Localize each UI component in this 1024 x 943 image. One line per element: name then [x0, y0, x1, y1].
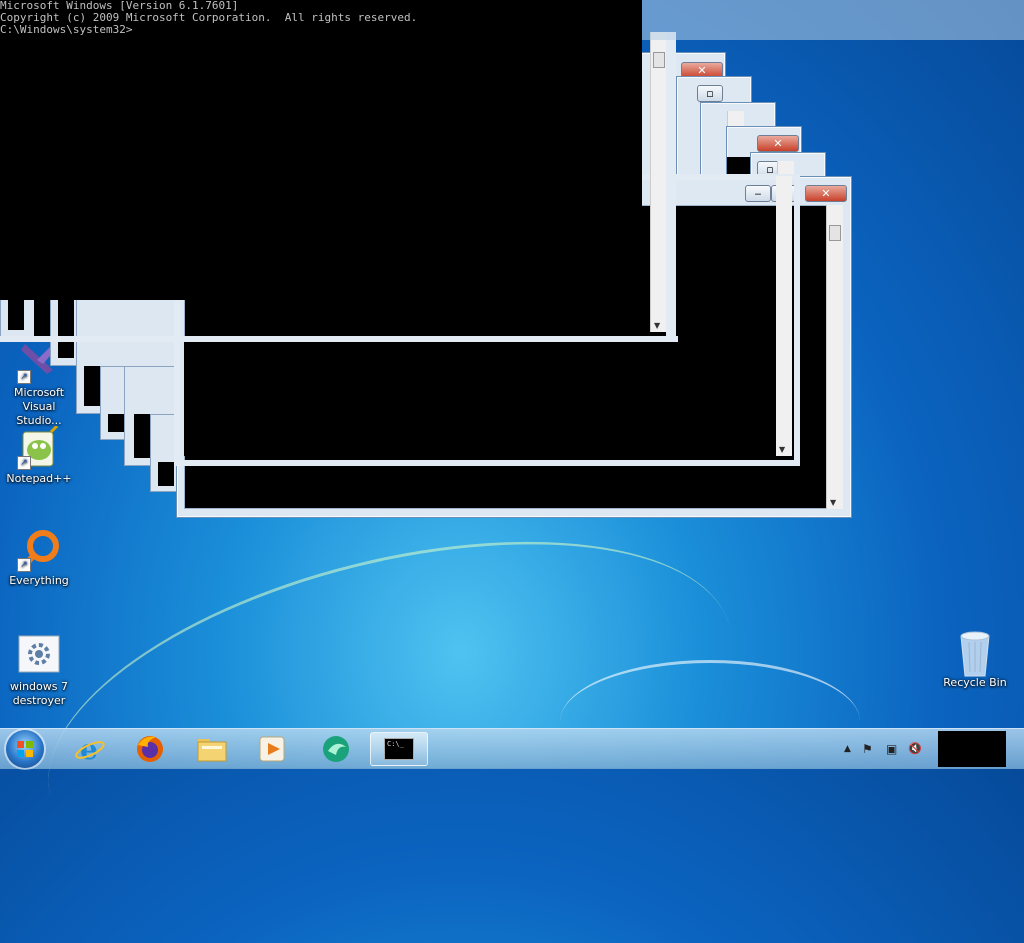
window-frame-right — [666, 32, 676, 338]
action-center-flag-icon[interactable]: ⚑ — [862, 742, 873, 756]
maximize-button[interactable]: ▫ — [697, 85, 723, 102]
desktop-icon-label: Microsoft Visual Studio... — [13, 386, 65, 427]
ghost-window-body — [158, 462, 174, 486]
desktop-icon-recycle-bin[interactable]: Recycle Bin — [938, 630, 1012, 690]
taskbar: e C:\_ ▲ ⚑ ▣ 🔇 — [0, 728, 1024, 769]
close-button[interactable]: ✕ — [805, 185, 847, 202]
desktop-icon-everything[interactable]: ↗ Everything — [2, 528, 76, 588]
desktop-icon-label: Everything — [9, 574, 69, 587]
scroll-thumb[interactable] — [829, 225, 841, 241]
command-prompt-console[interactable]: Microsoft Windows [Version 6.1.7601] Cop… — [0, 0, 642, 300]
volume-muted-icon[interactable]: 🔇 — [908, 742, 922, 755]
cmd-window-top-frame — [0, 296, 678, 342]
taskbar-media-player[interactable] — [246, 732, 298, 766]
desktop-icon-label: windows 7 destroyer — [10, 680, 68, 707]
system-tray: ▲ ⚑ ▣ 🔇 — [834, 729, 1024, 769]
cmd-icon-glyph: C:\_ — [387, 740, 404, 748]
show-hidden-icons-button[interactable]: ▲ — [844, 744, 851, 754]
title-bar-ghost — [642, 0, 1024, 40]
green-app-icon — [323, 736, 349, 762]
gear-program-icon — [17, 634, 61, 678]
close-button[interactable]: ✕ — [757, 135, 799, 152]
desktop-icon-notepad-plus-plus[interactable]: ↗ Notepad++ — [2, 424, 76, 486]
taskbar-file-explorer[interactable] — [186, 732, 238, 766]
scroll-down-arrow[interactable]: ▼ — [654, 321, 660, 330]
media-player-icon — [259, 736, 285, 762]
windows-logo-icon — [17, 741, 33, 757]
clock-area[interactable] — [938, 731, 1006, 767]
internet-explorer-icon: e — [75, 733, 105, 765]
taskbar-internet-explorer[interactable]: e — [64, 732, 116, 766]
taskbar-command-prompt[interactable]: C:\_ — [370, 732, 428, 766]
taskbar-green-app[interactable] — [310, 732, 362, 766]
recycle-bin-icon — [953, 630, 997, 677]
scroll-thumb[interactable] — [653, 52, 665, 68]
scroll-down-arrow[interactable]: ▼ — [779, 445, 785, 454]
folder-icon — [197, 739, 227, 762]
vertical-scrollbar[interactable]: ▼ — [776, 176, 792, 456]
desktop-icon-windows7-destroyer[interactable]: windows 7 destroyer — [2, 634, 76, 708]
console-area — [184, 342, 776, 456]
vertical-scrollbar[interactable]: ▼ — [650, 32, 667, 332]
desktop-icon-label: Recycle Bin — [943, 676, 1007, 689]
notepad-plus-plus-icon: ↗ — [17, 424, 61, 470]
cmd-icon: C:\_ — [384, 738, 414, 760]
everything-search-icon: ↗ — [17, 528, 61, 572]
scroll-down-arrow[interactable]: ▼ — [830, 498, 836, 507]
firefox-icon — [137, 736, 163, 762]
start-button[interactable] — [6, 730, 44, 768]
network-icon[interactable]: ▣ — [886, 742, 897, 756]
desktop-icon-label: Notepad++ — [6, 472, 72, 485]
vertical-scrollbar[interactable]: ▼ — [826, 205, 843, 509]
console-prompt: C:\Windows\system32> — [0, 23, 133, 36]
taskbar-firefox[interactable] — [124, 732, 176, 766]
